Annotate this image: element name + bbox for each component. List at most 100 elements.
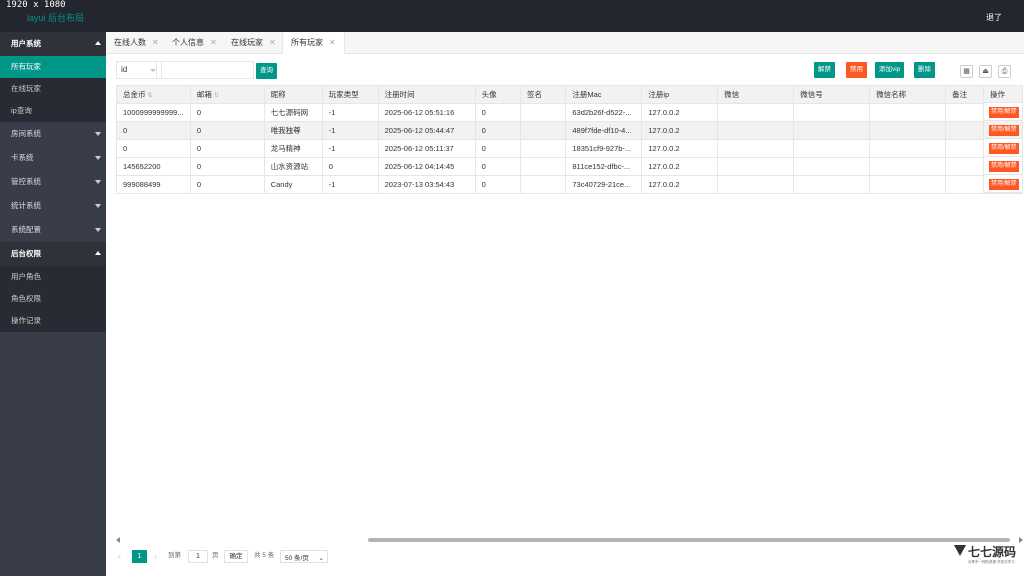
table-cell: 七七源码网 [263,103,323,122]
search-field-select-value: id [121,65,128,74]
table-cell: 2025-06-12 05:11:37 [377,139,476,158]
goto-label: 到第 [168,552,181,559]
players-table: 总金币 ⇅ 邮箱 ⇅ 昵称 玩家类型 注册时间 头像 签名 注册Mac 注册ip 微… [116,85,1023,231]
table-cell [717,139,795,158]
table-cell: 唯我独尊 [263,121,323,140]
sidebar-item-operation-log[interactable]: 操作记录 [0,310,106,332]
col-header-register-mac: 注册Mac [565,85,643,104]
sidebar-group-admin-permissions[interactable]: 后台权限 [0,242,106,266]
col-header-gold[interactable]: 总金币 ⇅ [116,85,191,104]
unban-button[interactable]: 解禁 [814,62,835,78]
ban-unban-button[interactable]: 禁用/解禁 [989,179,1019,190]
table-cell [793,139,871,158]
brand-logo-text[interactable]: layui 后台布局 [27,11,84,24]
tab-label: 所有玩家 [291,38,323,47]
per-page-select[interactable]: 50 条/页 ⌄ [280,550,328,563]
table-cell [793,175,871,194]
table-cell: -1 [321,175,379,194]
table-cell [869,121,947,140]
table-row[interactable]: 145652200 0 山水资源站 0 2025-06-12 04:14:45 … [116,157,1023,176]
table-cell [717,175,795,194]
table-cell: 禁用/解禁 [983,103,1023,121]
table-cell: 0 [474,157,522,176]
table-cell: 0 [321,157,379,176]
tab-online-count[interactable]: 在线人数 ✕ [114,32,159,54]
delete-button[interactable]: 删除 [914,62,935,78]
table-cell [520,121,567,140]
ban-unban-button[interactable]: 禁用/解禁 [989,143,1019,154]
table-cell: 0 [189,175,265,194]
table-cell [869,139,947,158]
ban-unban-button[interactable]: 禁用/解禁 [989,161,1019,172]
table-cell: 0 [116,139,191,158]
table-cell: 2025-06-12 05:51:16 [377,103,476,122]
table-cell: 龙马精神 [263,139,323,158]
sidebar-group-control-system[interactable]: 管控系统 [0,170,106,194]
operation-column: 操作 禁用/解禁 禁用/解禁 禁用/解禁 禁用/解禁 禁用/解禁 [983,85,1023,193]
sidebar-item-all-players[interactable]: 所有玩家 [0,56,106,78]
scroll-left-arrow-icon[interactable] [116,537,120,543]
ban-unban-button[interactable]: 禁用/解禁 [989,107,1019,118]
tab-all-players[interactable]: 所有玩家 ✕ [282,32,345,55]
tab-online-players[interactable]: 在线玩家 ✕ [231,32,276,54]
table-cell: 2025-06-12 04:14:45 [377,157,476,176]
scrollbar-thumb[interactable] [368,538,1010,542]
table-row[interactable]: 0 0 龙马精神 -1 2025-06-12 05:11:37 0 18351c… [116,139,1023,158]
ban-unban-button[interactable]: 禁用/解禁 [989,125,1019,136]
table-row[interactable]: 1000999999999... 0 七七源码网 -1 2025-06-12 0… [116,103,1023,122]
sidebar-item-ip-query[interactable]: ip查询 [0,100,106,122]
columns-icon[interactable]: ▦ [960,65,973,78]
table-cell: 999088499 [116,175,191,194]
tab-label: 在线玩家 [231,38,263,47]
table-row[interactable]: 999088499 0 Candy -1 2023-07-13 03:54:43… [116,175,1023,194]
add-vip-button[interactable]: 添加vip [875,62,905,78]
search-input[interactable] [156,61,254,79]
table-cell: -1 [321,121,379,140]
col-header-mailbox[interactable]: 邮箱 ⇅ [189,85,265,104]
prev-page-icon[interactable]: ‹ [118,548,121,564]
close-icon[interactable]: ✕ [329,38,336,47]
horizontal-scrollbar[interactable] [116,536,1023,544]
sidebar-group-stats-system[interactable]: 统计系统 [0,194,106,218]
close-icon[interactable]: ✕ [269,38,276,47]
export-icon[interactable]: ⏏ [979,65,992,78]
sidebar-group-system-config[interactable]: 系统配置 [0,218,106,242]
col-header-avatar: 头像 [474,85,522,104]
table-cell [869,175,947,194]
tab-personal-info[interactable]: 个人信息 ✕ [172,32,217,54]
table-cell: 0 [189,121,265,140]
next-page-icon[interactable]: › [154,548,157,564]
close-icon[interactable]: ✕ [152,38,159,47]
page-1-button[interactable]: 1 [132,550,147,563]
table-cell: 127.0.0.2 [641,157,719,176]
sidebar-group-user-system[interactable]: 用户系统 [0,32,106,56]
goto-confirm-button[interactable]: 确定 [224,550,248,563]
tab-label: 个人信息 [172,38,204,47]
table-cell: 2023-07-13 03:54:43 [377,175,476,194]
sidebar-item-user-roles[interactable]: 用户角色 [0,266,106,288]
sort-icon[interactable]: ⇅ [214,93,219,99]
close-icon[interactable]: ✕ [210,38,217,47]
col-header-wechat-id: 微信号 [793,85,871,104]
table-cell [520,139,567,158]
sidebar-group-room-system[interactable]: 房间系统 [0,122,106,146]
chevron-down-icon [95,228,101,232]
sort-icon[interactable]: ⇅ [148,93,153,99]
ban-button[interactable]: 禁用 [846,62,867,78]
search-button[interactable]: 查询 [256,63,277,79]
print-icon[interactable]: ⎙ [998,65,1011,78]
sidebar-group-card-system[interactable]: 卡系统 [0,146,106,170]
sidebar-item-online-players[interactable]: 在线玩家 [0,78,106,100]
table-cell [717,157,795,176]
sidebar-group-label: 卡系统 [11,153,34,162]
sidebar-item-role-permissions[interactable]: 角色权限 [0,288,106,310]
page-number-input[interactable]: 1 [188,550,208,563]
table-row[interactable]: 0 0 唯我独尊 -1 2025-06-12 05:44:47 0 489f7f… [116,121,1023,140]
logout-link[interactable]: 退了 [986,12,1002,23]
table-cell: Candy [263,175,323,194]
chevron-down-icon [95,204,101,208]
sidebar-group-label: 后台权限 [11,249,41,258]
table-cell [869,103,947,122]
page-unit-label: 页 [212,552,219,559]
chevron-down-icon: ⌄ [318,555,324,562]
